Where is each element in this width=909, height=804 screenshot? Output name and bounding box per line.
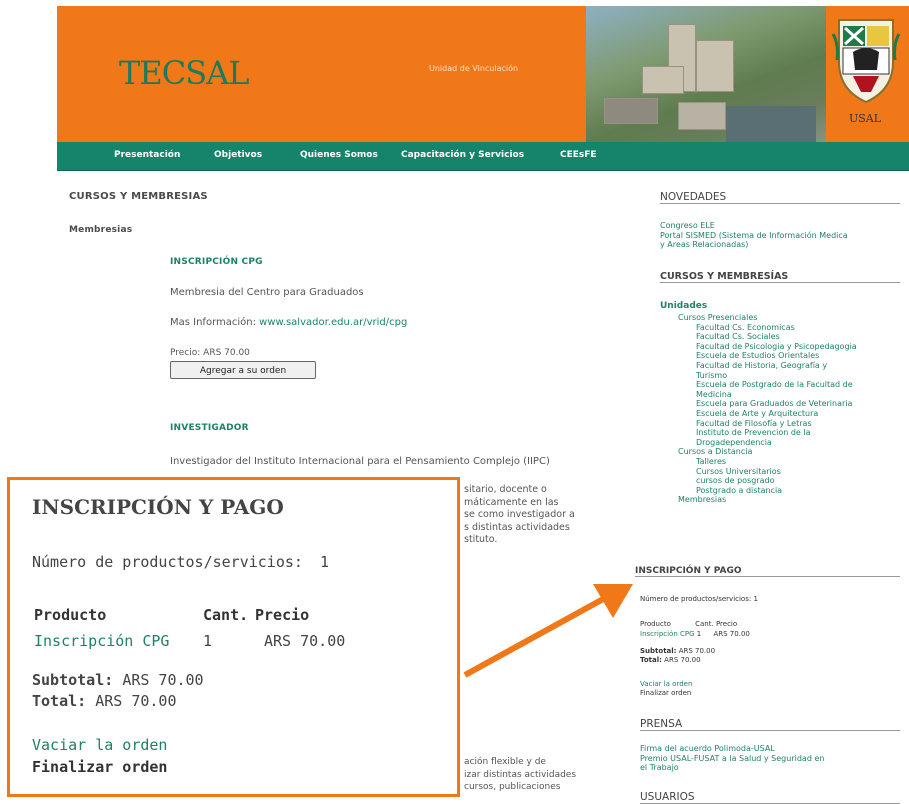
item-title-cpg: INSCRIPCIÓN CPG xyxy=(170,257,263,267)
usal-label: USAL xyxy=(849,112,882,125)
membresias-label: Membresias xyxy=(69,225,133,235)
novedades-heading: NOVEDADES xyxy=(660,191,900,204)
bottom-text-fragment: ación flexible y de izar distintas activ… xyxy=(464,757,577,792)
add-to-order-button[interactable]: Agregar a su orden xyxy=(170,361,316,379)
cursos-tree-item[interactable]: Escuela de Estudios Orientales xyxy=(660,351,857,361)
zoom-finalizar-link[interactable]: Finalizar orden xyxy=(32,758,167,776)
nav-ceesfe[interactable]: CEEsFE xyxy=(560,150,597,160)
cursos-tree-item[interactable]: Cursos a Distancia xyxy=(660,447,857,457)
prensa-heading: PRENSA xyxy=(640,718,900,731)
sidebar-num: 1 xyxy=(753,595,758,603)
zoom-subtotal-label: Subtotal: xyxy=(32,671,114,689)
cursos-tree-item[interactable]: Medicina xyxy=(660,390,857,400)
unit-text: Unidad de Vinculación xyxy=(429,64,519,73)
cursos-tree-item[interactable]: Escuela para Graduados de Veterinaria xyxy=(660,399,857,409)
novedades-item[interactable]: Congreso ELE xyxy=(660,221,848,231)
site-header: TECSAL Unidad de Vinculación USAL xyxy=(57,6,909,146)
cursos-tree-item[interactable]: Facultad de Historia, Geografía y xyxy=(660,361,857,371)
cursos-heading: CURSOS Y MEMBRESÍAS xyxy=(660,271,900,283)
zoom-row-precio: ARS 70.00 xyxy=(264,632,346,650)
cursos-tree-item[interactable]: Facultad de Psicologia y Psicopedagogia xyxy=(660,342,857,352)
prensa-item[interactable]: el Trabajo xyxy=(640,763,824,773)
cursos-tree-item[interactable]: Talleres xyxy=(660,457,857,467)
zoom-col-precio: Precio xyxy=(255,606,310,624)
zoom-subtotal: ARS 70.00 xyxy=(122,671,204,689)
nav-presentacion[interactable]: Presentación xyxy=(114,150,180,160)
item-title-investigador: INVESTIGADOR xyxy=(170,423,249,433)
callout-arrow-icon xyxy=(463,584,633,678)
sidebar-subtotal: ARS 70.00 xyxy=(678,647,716,655)
zoom-col-producto: Producto xyxy=(34,606,107,624)
more-info-label: Mas Información: xyxy=(170,317,256,328)
zoom-title: INSCRIPCIÓN Y PAGO xyxy=(32,495,284,519)
cursos-tree-item[interactable]: Drogadependencia xyxy=(660,438,857,448)
sidebar-col-cant: Cant. xyxy=(695,620,714,628)
prensa-list: Firma del acuerdo Polimoda-USAL Premio U… xyxy=(640,744,824,773)
zoom-num: 1 xyxy=(319,553,329,571)
zoom-total-label: Total: xyxy=(32,692,87,710)
cursos-tree: Cursos Presenciales Facultad Cs. Economic… xyxy=(660,313,857,505)
cursos-tree-item[interactable]: Escuela de Postgrado de la Facultad de xyxy=(660,380,857,390)
zoom-callout: INSCRIPCIÓN Y PAGO Número de productos/s… xyxy=(7,477,460,797)
unidades-link[interactable]: Unidades xyxy=(660,301,707,311)
nav-objetivos[interactable]: Objetivos xyxy=(214,150,262,160)
sidebar-num-label: Número de productos/servicios: xyxy=(640,595,752,603)
novedades-item[interactable]: Portal SISMED (Sistema de Información Me… xyxy=(660,231,848,241)
novedades-list: Congreso ELE Portal SISMED (Sistema de I… xyxy=(660,221,848,250)
investigador-text-fragment: sitario, docente o máticamente en las se… xyxy=(464,484,575,545)
zoom-total: ARS 70.00 xyxy=(95,692,177,710)
cursos-tree-item[interactable]: Postgrado a distancia xyxy=(660,486,857,496)
section-title: CURSOS Y MEMBRESIAS xyxy=(69,191,208,202)
zoom-col-cant: Cant. xyxy=(203,606,249,624)
prensa-item[interactable]: Firma del acuerdo Polimoda-USAL xyxy=(640,744,824,754)
cursos-tree-item[interactable]: Facultad de Filosofía y Letras xyxy=(660,419,857,429)
cursos-tree-item[interactable]: cursos de posgrado xyxy=(660,476,857,486)
zoom-num-label: Número de productos/servicios: xyxy=(32,553,303,571)
item-desc-cpg: Membresia del Centro para Graduados xyxy=(170,287,364,298)
usal-shield-icon xyxy=(831,19,901,104)
main-nav: Presentación Objetivos Quienes Somos Cap… xyxy=(57,142,909,171)
more-info-link[interactable]: www.salvador.edu.ar/vrid/cpg xyxy=(259,317,407,328)
sidebar-row-precio: ARS 70.00 xyxy=(713,630,750,638)
nav-quienes-somos[interactable]: Quienes Somos xyxy=(300,150,378,160)
sidebar-total: ARS 70.00 xyxy=(664,655,701,664)
cursos-tree-item[interactable]: Cursos Presenciales xyxy=(660,313,857,323)
sidebar-insc-heading: INSCRIPCIÓN Y PAGO xyxy=(635,566,900,577)
tecsal-logo[interactable]: TECSAL xyxy=(119,54,249,92)
zoom-vaciar-link[interactable]: Vaciar la orden xyxy=(32,736,167,754)
cursos-tree-item[interactable]: Instituto de Prevencion de la xyxy=(660,428,857,438)
sidebar-row-cant: 1 xyxy=(696,630,702,638)
cursos-tree-item[interactable]: Cursos Universitarios xyxy=(660,467,857,477)
nav-capacitacion[interactable]: Capacitación y Servicios xyxy=(401,150,524,160)
cursos-tree-item[interactable]: Membresias xyxy=(660,495,857,505)
sidebar-col-precio: Precio xyxy=(715,620,738,628)
novedades-item[interactable]: y Areas Relacionadas) xyxy=(660,240,848,250)
item-price-cpg: Precio: ARS 70.00 xyxy=(170,348,250,358)
cursos-tree-item[interactable]: Escuela de Arte y Arquitectura xyxy=(660,409,857,419)
cursos-tree-item[interactable]: Facultad Cs. Sociales xyxy=(660,332,857,342)
zoom-row-cant: 1 xyxy=(203,632,213,650)
campus-photo xyxy=(586,6,826,146)
zoom-row-producto[interactable]: Inscripción CPG xyxy=(34,632,169,650)
cursos-tree-item[interactable]: Facultad Cs. Economicas xyxy=(660,323,857,333)
cursos-tree-item[interactable]: Turismo xyxy=(660,371,857,381)
item-desc-investigador: Investigador del Instituto Internacional… xyxy=(170,456,550,467)
usuarios-heading: USUARIOS xyxy=(640,791,900,804)
prensa-item[interactable]: Premio USAL-FUSAT a la Salud y Seguridad… xyxy=(640,754,824,764)
